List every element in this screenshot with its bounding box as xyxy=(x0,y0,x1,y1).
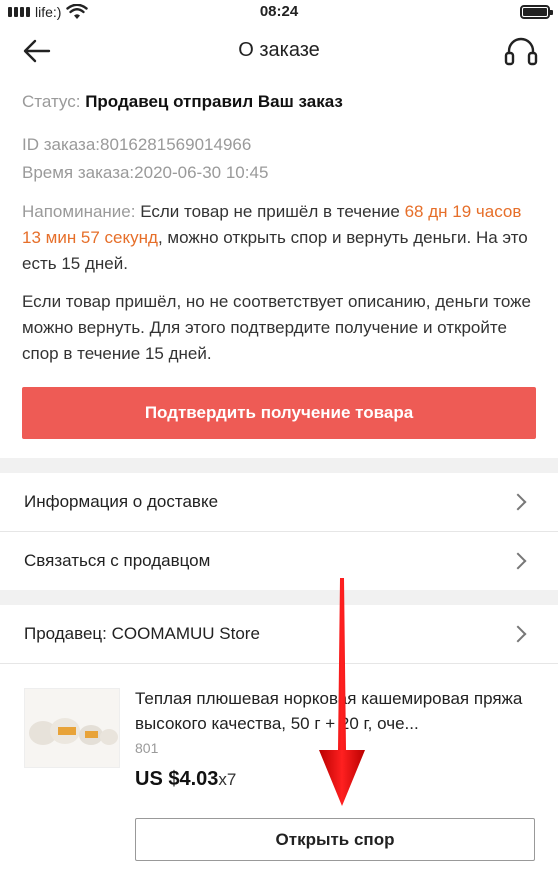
row-divider xyxy=(0,663,558,664)
reminder-paragraph-2: Если товар пришёл, но не соответствует о… xyxy=(22,292,531,363)
status-value: Продавец отправил Ваш заказ xyxy=(85,92,343,111)
order-id: ID заказа:8016281569014966 xyxy=(22,135,251,155)
contact-seller-label: Связаться с продавцом xyxy=(24,551,211,570)
nav-bar: О заказе xyxy=(0,24,558,78)
confirm-receipt-button[interactable]: Подтвердить получение товара xyxy=(22,387,536,439)
product-sku: 801 xyxy=(135,740,159,756)
contact-seller-row[interactable]: Связаться с продавцом xyxy=(0,532,558,590)
order-time-value: 2020-06-30 10:45 xyxy=(134,163,269,182)
yarn-image-icon xyxy=(25,689,119,767)
status-bar: life:) 08:24 xyxy=(0,0,558,24)
chevron-right-icon xyxy=(509,625,527,643)
order-status: Статус: Продавец отправил Ваш заказ xyxy=(22,92,343,112)
section-divider xyxy=(0,590,558,605)
red-arrow-annotation-icon xyxy=(319,578,365,806)
status-time: 08:24 xyxy=(259,3,299,20)
product-price-value: US $4.03 xyxy=(135,768,219,790)
order-id-label: ID заказа: xyxy=(22,135,101,154)
chevron-right-icon xyxy=(509,493,527,511)
product-quantity: x7 xyxy=(218,770,237,789)
seller-row[interactable]: Продавец: COOMAMUU Store xyxy=(0,605,558,663)
product-image[interactable] xyxy=(24,688,120,768)
status-label: Статус: xyxy=(22,92,81,111)
order-time: Время заказа:2020-06-30 10:45 xyxy=(22,163,268,183)
chevron-right-icon xyxy=(509,552,527,570)
order-id-value: 8016281569014966 xyxy=(100,135,252,154)
reminder-label: Напоминание: xyxy=(22,202,136,221)
section-divider xyxy=(0,458,558,473)
reminder-text: Напоминание: Если товар не пришёл в тече… xyxy=(22,199,542,277)
reminder-text-before: Если товар не пришёл в течение xyxy=(135,202,405,221)
product-price: US $4.03x7 xyxy=(135,768,236,791)
delivery-info-row[interactable]: Информация о доставке xyxy=(0,473,558,531)
seller-label: Продавец: COOMAMUU Store xyxy=(24,624,260,643)
open-dispute-button[interactable]: Открыть спор xyxy=(135,818,535,861)
headset-icon[interactable] xyxy=(504,36,538,68)
delivery-info-label: Информация о доставке xyxy=(24,492,219,511)
order-time-label: Время заказа: xyxy=(22,163,135,182)
page-title: О заказе xyxy=(238,39,320,61)
battery-icon xyxy=(520,5,553,19)
